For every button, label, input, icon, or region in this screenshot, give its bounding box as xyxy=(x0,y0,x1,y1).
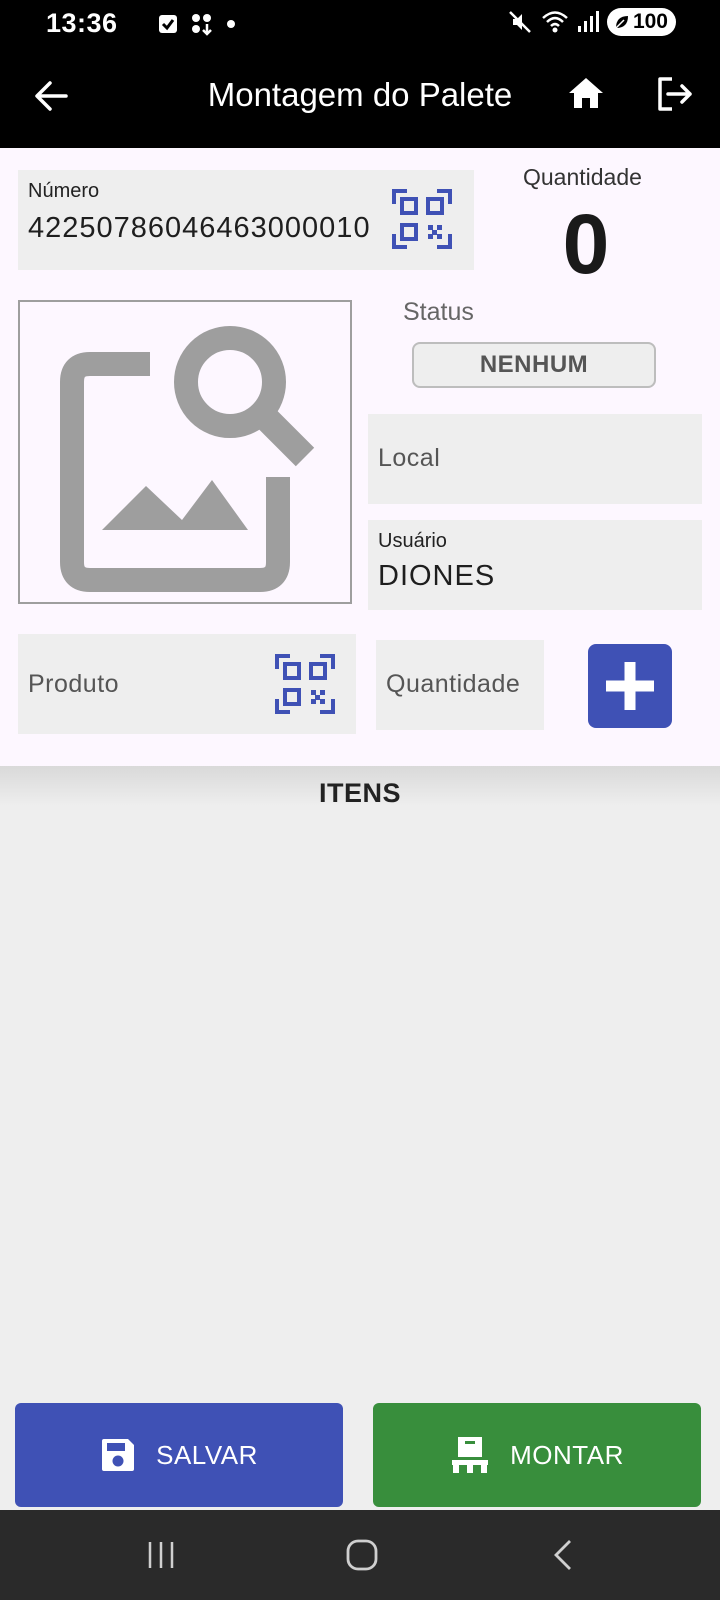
battery-indicator: 100 xyxy=(606,8,676,36)
numero-field[interactable]: Número 42250786046463000010 xyxy=(18,170,474,270)
save-button-label: SALVAR xyxy=(156,1439,258,1470)
system-navigation-bar xyxy=(0,1510,720,1600)
usuario-field[interactable]: Usuário DIONES xyxy=(368,520,702,610)
pallet-form: Número 42250786046463000010 Quantidade 0 xyxy=(0,148,720,766)
quantidade-input[interactable]: Quantidade xyxy=(376,640,544,730)
app-bar: Montagem do Palete xyxy=(0,46,720,148)
numero-label: Número xyxy=(28,180,100,202)
status-time: 13:36 xyxy=(46,8,118,38)
local-placeholder: Local xyxy=(378,444,441,472)
status-badge: NENHUM xyxy=(412,342,656,388)
pallet-icon xyxy=(452,1437,489,1473)
status-label: Status xyxy=(403,298,474,326)
checkbox-notification-icon xyxy=(159,15,177,33)
mount-button[interactable]: MONTAR xyxy=(373,1403,701,1507)
local-field[interactable]: Local xyxy=(368,414,702,504)
qr-scan-numero-icon[interactable] xyxy=(391,188,453,250)
battery-saver-leaf-icon xyxy=(615,16,628,29)
system-icons: 100 xyxy=(507,8,676,36)
usuario-label: Usuário xyxy=(378,530,447,552)
quantidade-label: Quantidade xyxy=(523,164,642,190)
page-title: Montagem do Palete xyxy=(207,76,513,113)
qr-scan-produto-icon[interactable] xyxy=(274,653,336,715)
mute-icon xyxy=(509,11,531,33)
mount-button-label: MONTAR xyxy=(510,1439,624,1470)
home-nav-icon[interactable] xyxy=(345,1538,379,1572)
recent-apps-icon[interactable] xyxy=(146,1540,176,1570)
arrow-back-icon[interactable] xyxy=(30,74,74,118)
back-nav-icon[interactable] xyxy=(550,1538,576,1572)
items-section: ITENS xyxy=(0,766,720,1400)
save-icon xyxy=(102,1439,135,1471)
notification-icons xyxy=(158,12,236,36)
battery-level: 100 xyxy=(632,10,668,33)
app-notification-icon xyxy=(192,14,212,36)
signal-icon xyxy=(577,11,599,32)
quantidade-value: 0 xyxy=(562,197,610,291)
home-icon[interactable] xyxy=(566,74,606,114)
wifi-icon xyxy=(542,11,568,33)
logout-icon[interactable] xyxy=(654,74,694,114)
items-title: ITENS xyxy=(318,778,401,808)
action-bar: SALVAR MONTAR xyxy=(0,1400,720,1510)
status-bar: 13:36 100 xyxy=(0,0,720,46)
plus-icon xyxy=(606,662,654,710)
usuario-value[interactable]: DIONES xyxy=(378,560,495,593)
numero-value[interactable]: 42250786046463000010 xyxy=(28,212,371,245)
produto-field[interactable]: Produto xyxy=(18,634,356,734)
quantidade-input-placeholder: Quantidade xyxy=(386,670,521,698)
save-button[interactable]: SALVAR xyxy=(15,1403,343,1507)
product-image-placeholder[interactable] xyxy=(18,300,352,604)
produto-placeholder: Produto xyxy=(28,670,120,698)
image-search-icon xyxy=(60,326,315,592)
more-notifications-dot-icon xyxy=(227,20,235,28)
add-item-button[interactable] xyxy=(588,644,672,728)
